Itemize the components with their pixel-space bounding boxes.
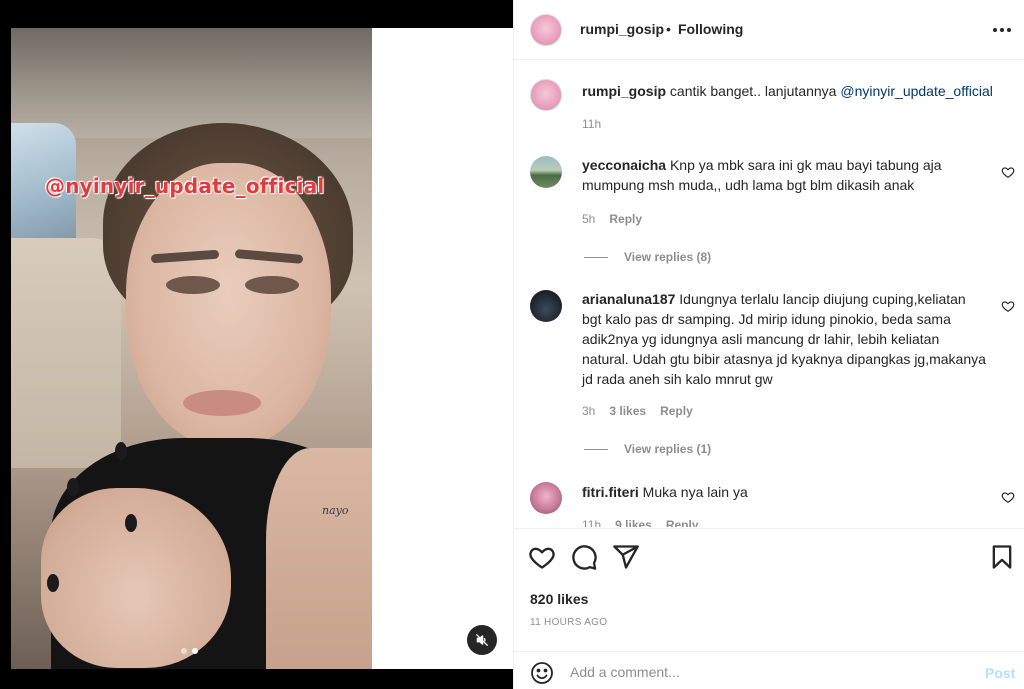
caption-username[interactable]: rumpi_gosip bbox=[582, 83, 666, 99]
comment-username[interactable]: fitri.fiteri bbox=[582, 484, 639, 500]
comment-1: yecconaicha Knp ya mbk sara ini gk mau b… bbox=[582, 155, 987, 195]
follow-status-button[interactable]: Following bbox=[678, 21, 743, 37]
comment-likes[interactable]: 3 likes bbox=[609, 404, 646, 418]
caption: rumpi_gosip cantik banget.. lanjutannya … bbox=[582, 81, 1007, 101]
comment-input[interactable] bbox=[570, 659, 970, 685]
view-replies-label: View replies (1) bbox=[624, 442, 712, 456]
video-nail bbox=[115, 442, 127, 460]
heart-icon[interactable] bbox=[1001, 490, 1015, 504]
post-comment-button[interactable]: Post bbox=[985, 665, 1015, 681]
view-replies-line bbox=[584, 256, 608, 258]
paper-plane-icon[interactable] bbox=[612, 543, 640, 571]
view-replies-label: View replies (8) bbox=[624, 250, 712, 264]
comment-meta: 5h Reply bbox=[582, 212, 642, 226]
comment-username[interactable]: yecconaicha bbox=[582, 157, 666, 173]
view-replies-button[interactable]: View replies (8) bbox=[584, 250, 711, 264]
heart-icon[interactable] bbox=[1001, 299, 1015, 313]
post-actions: 820 likes 11 HOURS AGO bbox=[514, 528, 1024, 648]
video-tattoo-text: nayo bbox=[322, 504, 349, 517]
video-shoulder: nayo bbox=[266, 448, 372, 669]
avatar[interactable] bbox=[530, 482, 562, 514]
video-nail bbox=[47, 574, 59, 592]
media-letterbox bbox=[372, 28, 513, 669]
post-header: rumpi_gosip • Following bbox=[514, 0, 1024, 60]
more-options-icon bbox=[993, 28, 997, 32]
view-replies-button[interactable]: View replies (1) bbox=[584, 442, 711, 456]
video-hand bbox=[41, 488, 231, 668]
bookmark-icon[interactable] bbox=[988, 543, 1016, 571]
avatar[interactable] bbox=[530, 290, 562, 322]
more-options-icon bbox=[1000, 28, 1004, 32]
reply-button[interactable]: Reply bbox=[666, 518, 699, 527]
comment-2: arianaluna187 Idungnya terlalu lancip di… bbox=[582, 289, 987, 389]
post-timestamp[interactable]: 11 HOURS AGO bbox=[530, 617, 607, 628]
media-pane: nayo @nyinyir_update_official bbox=[0, 0, 513, 689]
comment-time[interactable]: 5h bbox=[582, 212, 595, 226]
caption-text: cantik banget.. lanjutannya bbox=[669, 83, 837, 99]
comment-username[interactable]: arianaluna187 bbox=[582, 291, 675, 307]
avatar[interactable] bbox=[530, 156, 562, 188]
caption-time[interactable]: 11h bbox=[582, 117, 601, 131]
comments-list[interactable]: rumpi_gosip cantik banget.. lanjutannya … bbox=[514, 61, 1024, 527]
more-options-icon bbox=[1007, 28, 1011, 32]
heart-icon[interactable] bbox=[1001, 165, 1015, 179]
likes-count[interactable]: 820 likes bbox=[530, 591, 588, 607]
comment-time[interactable]: 11h bbox=[582, 518, 601, 527]
comment-bubble-icon[interactable] bbox=[570, 543, 598, 571]
video-lips bbox=[183, 390, 261, 416]
comment-time[interactable]: 3h bbox=[582, 404, 595, 418]
carousel-dot bbox=[181, 648, 187, 654]
comment-likes[interactable]: 9 likes bbox=[615, 518, 652, 527]
heart-icon[interactable] bbox=[528, 543, 556, 571]
comment-meta: 11h 9 likes Reply bbox=[582, 518, 699, 527]
header-separator: • bbox=[666, 21, 671, 37]
carousel-dots bbox=[181, 648, 198, 654]
more-options-button[interactable] bbox=[990, 20, 1014, 40]
video-car-seat bbox=[11, 238, 121, 468]
video-watermark: @nyinyir_update_official bbox=[45, 174, 325, 198]
smiley-icon[interactable] bbox=[530, 661, 554, 685]
video-nail bbox=[125, 514, 137, 532]
video-eye-right bbox=[245, 276, 299, 294]
video-nail bbox=[67, 478, 79, 496]
caption-meta: 11h bbox=[582, 117, 601, 131]
view-replies-line bbox=[584, 448, 608, 450]
comment-3: fitri.fiteri Muka nya lain ya bbox=[582, 482, 987, 502]
comment-meta: 3h 3 likes Reply bbox=[582, 404, 693, 418]
speaker-muted-icon bbox=[476, 634, 488, 646]
header-username[interactable]: rumpi_gosip bbox=[580, 21, 664, 37]
video-eye-left bbox=[166, 276, 220, 294]
comment-text: Muka nya lain ya bbox=[642, 484, 748, 500]
avatar[interactable] bbox=[530, 14, 562, 46]
reply-button[interactable]: Reply bbox=[660, 404, 693, 418]
reply-button[interactable]: Reply bbox=[609, 212, 642, 226]
post-detail-panel: rumpi_gosip • Following rumpi_gosip cant… bbox=[513, 0, 1024, 689]
carousel-dot-active bbox=[192, 648, 198, 654]
video-car-roof bbox=[11, 28, 372, 138]
avatar[interactable] bbox=[530, 79, 562, 111]
caption-mention-link[interactable]: @nyinyir_update_official bbox=[840, 83, 993, 99]
mute-button[interactable] bbox=[467, 625, 497, 655]
add-comment-bar: Post bbox=[514, 651, 1024, 689]
post-video[interactable]: nayo @nyinyir_update_official bbox=[11, 28, 372, 669]
